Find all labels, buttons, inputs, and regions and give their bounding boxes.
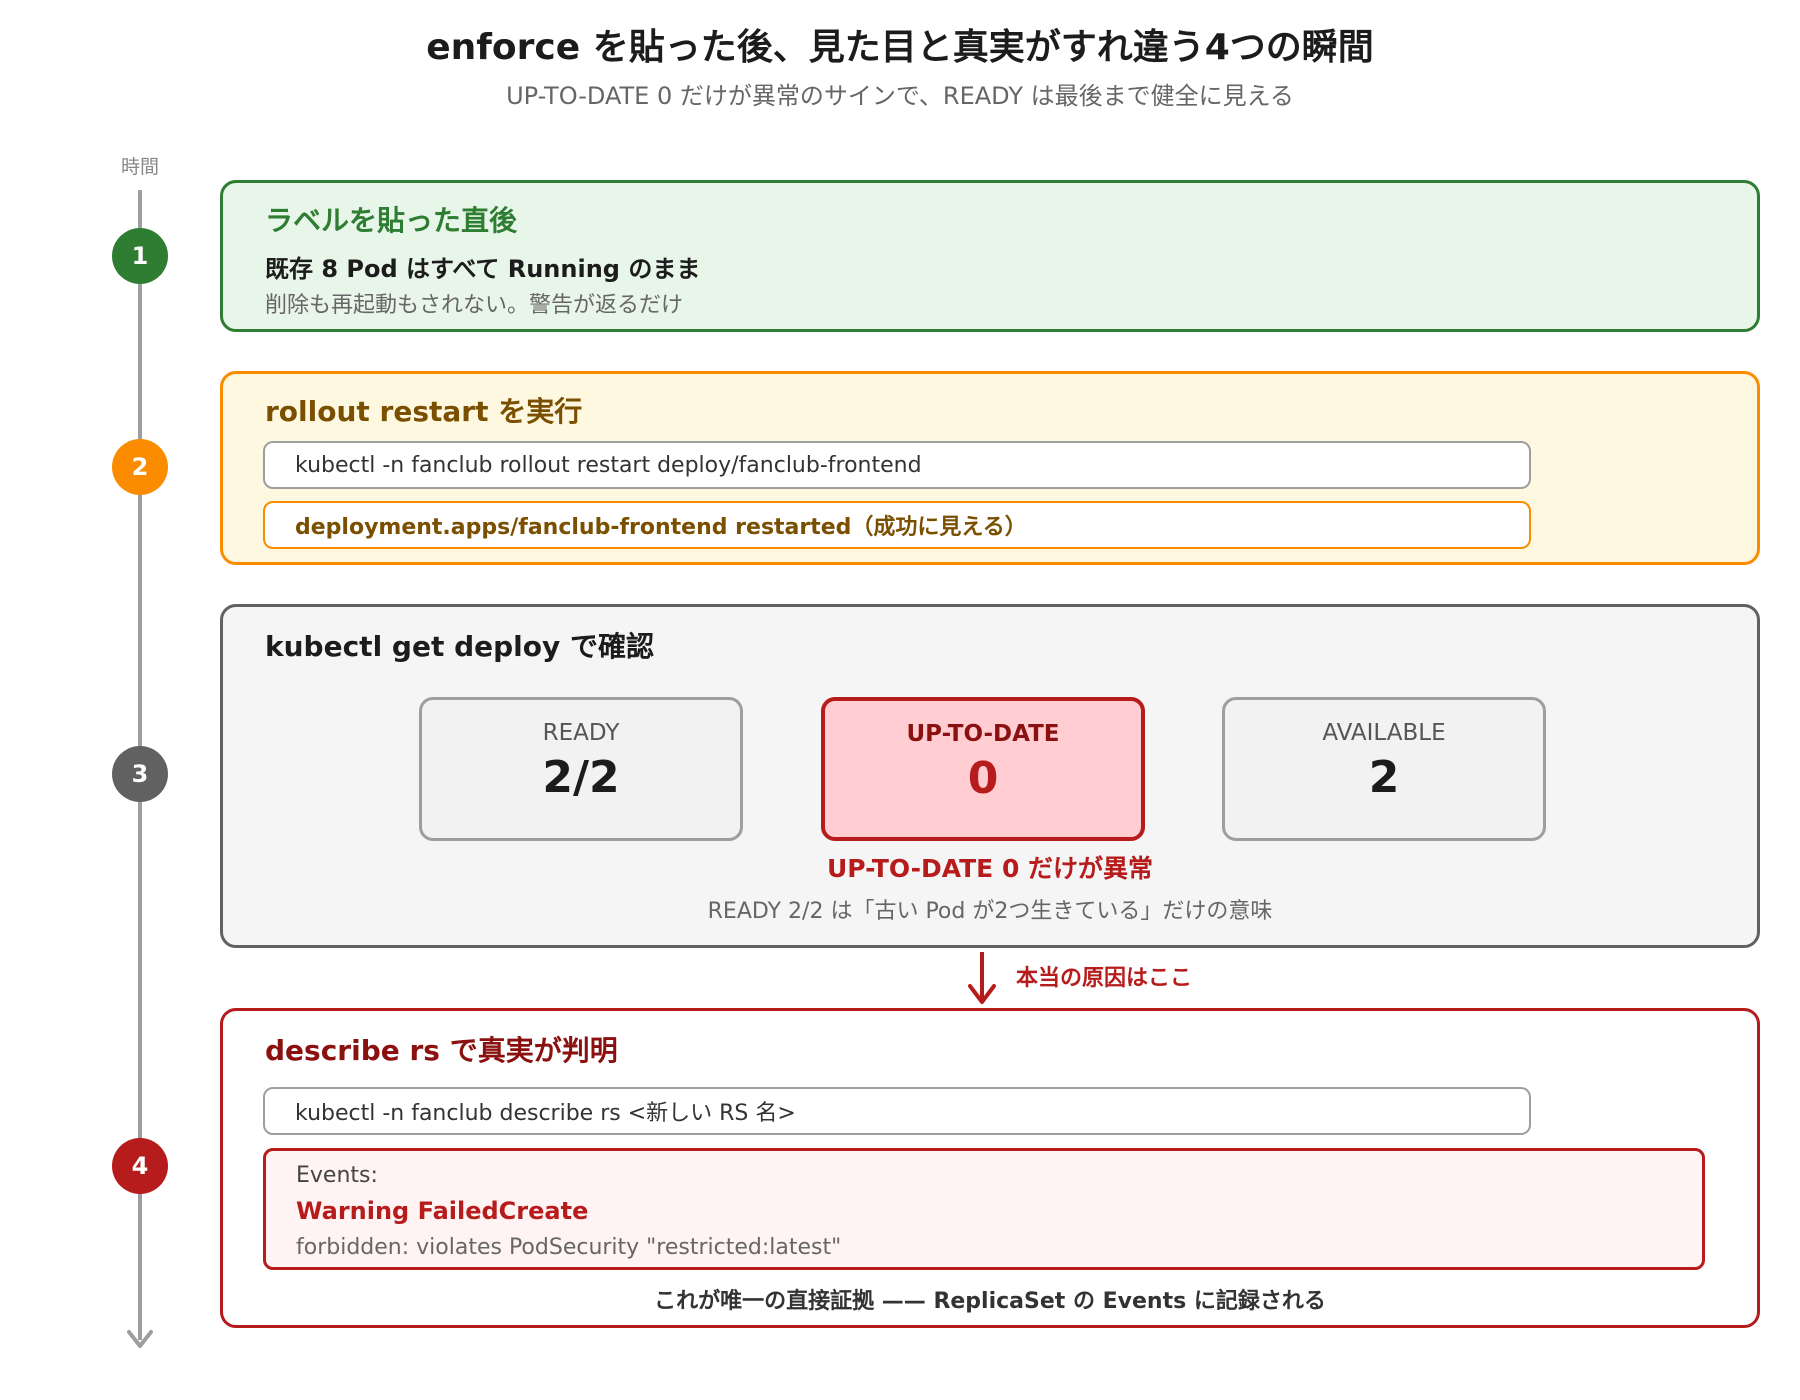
metric-up-to-date-value: 0	[967, 753, 999, 804]
step-1-line1: 既存 8 Pod はすべて Running のまま	[265, 255, 701, 283]
connector-label: 本当の原因はここ	[1016, 966, 1193, 991]
metric-ready-label: READY	[542, 720, 620, 746]
step-3-heading: kubectl get deploy で確認	[265, 630, 654, 663]
arrow-down-icon	[968, 952, 996, 1004]
step-1-marker: 1	[112, 228, 168, 284]
event-detail: forbidden: violates PodSecurity "restric…	[296, 1235, 842, 1260]
step-4-command: kubectl -n fanclub describe rs <新しい RS 名…	[263, 1087, 1531, 1135]
step-2-card: rollout restart を実行 kubectl -n fanclub r…	[220, 371, 1760, 565]
events-box: Events: Warning FailedCreate forbidden: …	[263, 1148, 1705, 1270]
metric-available: AVAILABLE 2	[1222, 697, 1546, 841]
metric-available-label: AVAILABLE	[1322, 720, 1446, 746]
step-2-result: deployment.apps/fanclub-frontend restart…	[263, 501, 1531, 549]
metric-ready-value: 2/2	[542, 752, 620, 803]
step-3-note: READY 2/2 は「古い Pod が2つ生きている」だけの意味	[707, 899, 1273, 924]
step-3-alert: UP-TO-DATE 0 だけが異常	[826, 854, 1154, 883]
step-3-card: kubectl get deploy で確認 READY 2/2 UP-TO-D…	[220, 604, 1760, 948]
timeline-label: 時間	[120, 156, 159, 178]
step-3-marker: 3	[112, 746, 168, 802]
timeline-arrow-down-icon	[127, 1330, 153, 1348]
page-subtitle: UP-TO-DATE 0 だけが異常のサインで、READY は最後まで健全に見え…	[506, 82, 1294, 110]
step-1-heading: ラベルを貼った直後	[265, 204, 518, 237]
event-warning: Warning FailedCreate	[296, 1197, 589, 1225]
metric-available-value: 2	[1368, 752, 1400, 803]
step-1-line2: 削除も再起動もされない。警告が返るだけ	[265, 293, 684, 318]
step-2-command: kubectl -n fanclub rollout restart deplo…	[263, 441, 1531, 489]
step-4-marker: 4	[112, 1138, 168, 1194]
step-2-heading: rollout restart を実行	[265, 395, 583, 428]
metric-ready: READY 2/2	[419, 697, 743, 841]
step-2-marker: 2	[112, 439, 168, 495]
events-label: Events:	[296, 1163, 378, 1188]
step-4-heading: describe rs で真実が判明	[265, 1034, 618, 1067]
step-4-card: describe rs で真実が判明 kubectl -n fanclub de…	[220, 1008, 1760, 1328]
page-title: enforce を貼った後、見た目と真実がすれ違う4つの瞬間	[426, 27, 1374, 68]
metric-up-to-date: UP-TO-DATE 0	[821, 697, 1145, 841]
step-4-footer: これが唯一の直接証拠 —— ReplicaSet の Events に記録される	[654, 1289, 1326, 1314]
metric-up-to-date-label: UP-TO-DATE	[906, 721, 1060, 747]
step-1-card: ラベルを貼った直後 既存 8 Pod はすべて Running のまま 削除も再…	[220, 180, 1760, 332]
